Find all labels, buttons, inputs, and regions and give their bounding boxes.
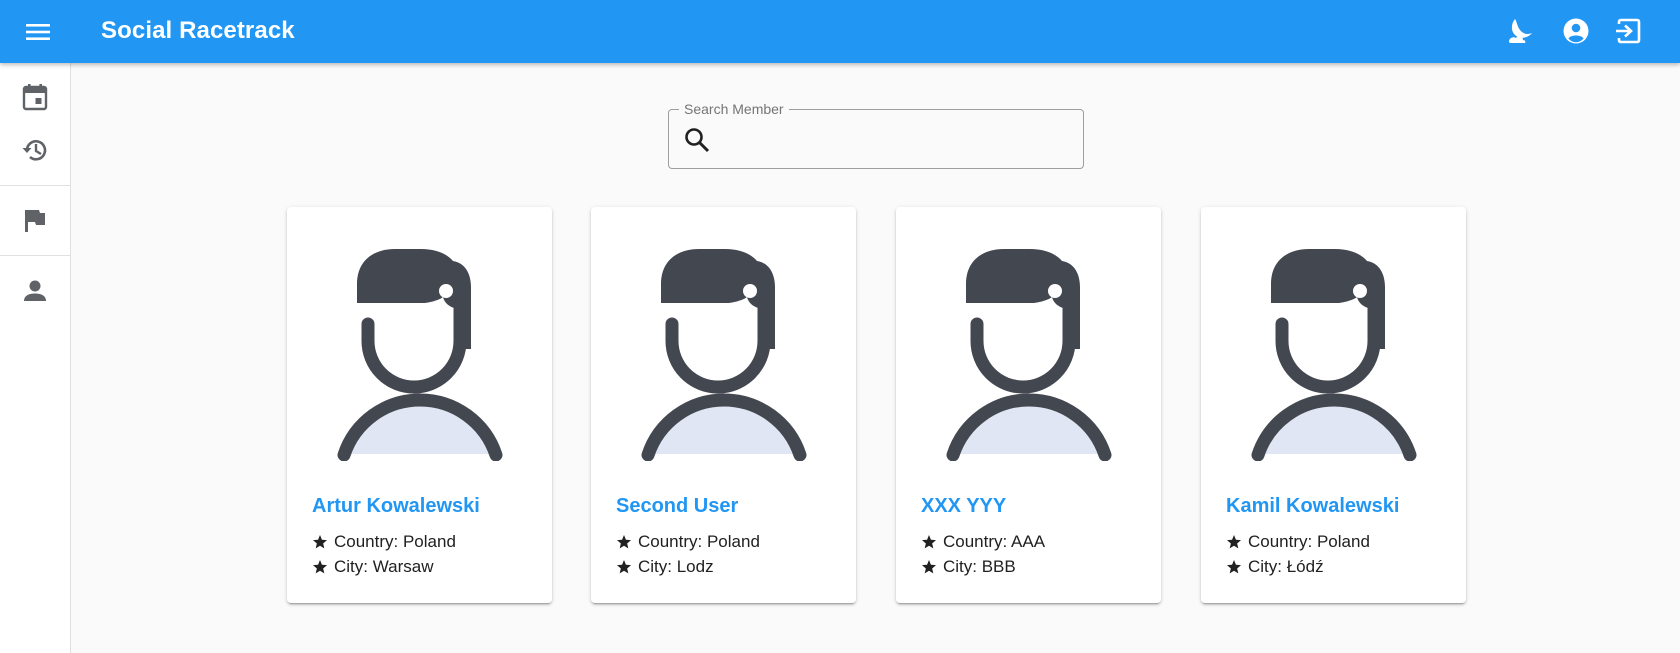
member-country-text: Country: AAA <box>943 532 1046 551</box>
app-bar: Social Racetrack <box>0 0 1680 63</box>
avatar-icon <box>337 249 503 461</box>
member-name[interactable]: Second User <box>616 495 738 518</box>
avatar-icon <box>1251 249 1417 461</box>
sidebar-item-races[interactable] <box>0 197 70 245</box>
member-city-text: City: Lodz <box>638 557 714 576</box>
member-name[interactable]: Kamil Kowalewski <box>1226 495 1399 518</box>
logout-button[interactable] <box>1612 14 1646 48</box>
member-city: City: Warsaw <box>312 557 434 577</box>
member-card[interactable]: Second User Country: Poland City: Lodz <box>591 207 856 603</box>
star-icon <box>313 560 327 574</box>
member-city-text: City: BBB <box>943 557 1016 576</box>
star-icon <box>313 535 327 549</box>
sidebar-item-members[interactable] <box>0 267 70 315</box>
avatar-icon <box>946 249 1112 461</box>
account-button[interactable] <box>1559 14 1593 48</box>
star-icon <box>1227 560 1241 574</box>
member-name[interactable]: XXX YYY <box>921 495 1006 518</box>
member-city: City: Lodz <box>616 557 714 577</box>
member-country: Country: AAA <box>921 532 1045 552</box>
member-country: Country: Poland <box>312 532 456 552</box>
search-icon <box>685 128 710 153</box>
search-input[interactable] <box>721 122 1071 158</box>
app-title: Social Racetrack <box>101 17 295 44</box>
theme-toggle-button[interactable] <box>1503 14 1537 48</box>
member-country-text: Country: Poland <box>638 532 760 551</box>
sidebar <box>0 63 71 653</box>
member-country-text: Country: Poland <box>1248 532 1370 551</box>
member-card[interactable]: XXX YYY Country: AAA City: BBB <box>896 207 1161 603</box>
star-icon <box>617 535 631 549</box>
theme-toggle-icon <box>1509 19 1532 43</box>
search-member-field[interactable]: Search Member <box>668 101 1084 169</box>
member-city-text: City: Warsaw <box>334 557 434 576</box>
member-country-text: Country: Poland <box>334 532 456 551</box>
star-icon <box>617 560 631 574</box>
menu-icon <box>26 23 50 40</box>
sidebar-item-calendar[interactable] <box>0 73 70 121</box>
person-icon <box>24 280 46 301</box>
member-city: City: BBB <box>921 557 1016 577</box>
sidebar-divider <box>0 255 70 256</box>
member-city-text: City: Łódź <box>1248 557 1324 576</box>
member-card[interactable]: Kamil Kowalewski Country: Poland City: Łód… <box>1201 207 1466 603</box>
sidebar-divider <box>0 185 70 186</box>
menu-button[interactable] <box>20 15 56 48</box>
member-city: City: Łódź <box>1226 557 1324 577</box>
account-icon <box>1563 18 1589 44</box>
star-icon <box>922 535 936 549</box>
member-card[interactable]: Artur Kowalewski Country: Poland City: War… <box>287 207 552 603</box>
logout-icon <box>1616 18 1641 44</box>
member-country: Country: Poland <box>1226 532 1370 552</box>
sidebar-item-history[interactable] <box>0 126 70 174</box>
star-icon <box>922 560 936 574</box>
member-name[interactable]: Artur Kowalewski <box>312 495 480 518</box>
avatar-icon <box>641 249 807 461</box>
search-label: Search Member <box>679 101 789 117</box>
calendar-icon <box>22 84 48 111</box>
member-country: Country: Poland <box>616 532 760 552</box>
star-icon <box>1227 535 1241 549</box>
history-icon <box>22 140 47 161</box>
flag-icon <box>25 210 45 232</box>
